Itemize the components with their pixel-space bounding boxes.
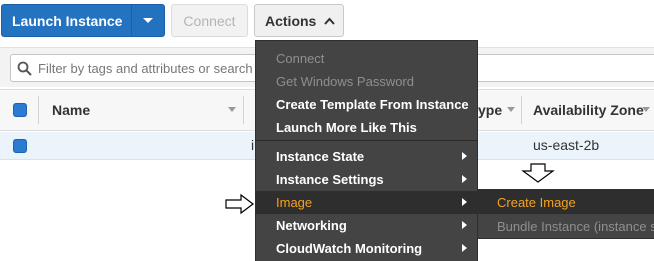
menu-item-label: CloudWatch Monitoring — [276, 241, 423, 256]
menu-item-create-template[interactable]: Create Template From Instance — [256, 93, 477, 116]
launch-instance-dropdown-toggle[interactable] — [131, 5, 164, 36]
sort-caret-icon[interactable] — [228, 107, 236, 112]
launch-instance-label: Launch Instance — [12, 12, 123, 29]
menu-item-launch-more-like-this[interactable]: Launch More Like This — [256, 116, 477, 139]
row-checkbox[interactable] — [13, 139, 27, 153]
column-divider — [243, 96, 244, 124]
column-header-availability-zone[interactable]: Availability Zone — [533, 90, 644, 130]
submenu-item-bundle-instance[interactable]: Bundle Instance (instance s — [478, 214, 654, 238]
availability-zone-cell: us-east-2b — [533, 137, 600, 153]
menu-item-networking[interactable]: Networking — [256, 214, 477, 237]
menu-item-label: Instance State — [276, 149, 365, 164]
arrow-down-outline-icon — [521, 163, 555, 183]
launch-instance-button[interactable]: Launch Instance — [1, 4, 165, 37]
image-submenu: Create Image Bundle Instance (instance s — [477, 189, 654, 239]
column-header-name[interactable]: Name — [52, 90, 90, 130]
sort-caret-icon[interactable] — [642, 107, 650, 112]
menu-item-instance-state[interactable]: Instance State — [256, 145, 477, 168]
chevron-right-icon — [462, 244, 467, 252]
column-header-instance-type[interactable]: ype — [478, 90, 502, 130]
column-divider — [38, 96, 39, 124]
actions-menu: Connect Get Windows Password Create Temp… — [255, 40, 478, 261]
menu-item-cloudwatch-monitoring[interactable]: CloudWatch Monitoring — [256, 237, 477, 260]
arrow-right-outline-icon — [225, 193, 254, 215]
submenu-item-create-image[interactable]: Create Image — [478, 190, 654, 214]
menu-item-instance-settings[interactable]: Instance Settings — [256, 168, 477, 191]
menu-separator — [256, 140, 477, 141]
column-divider — [521, 96, 522, 124]
connect-button[interactable]: Connect — [171, 4, 248, 37]
actions-button[interactable]: Actions — [254, 4, 344, 37]
sort-caret-icon[interactable] — [507, 107, 515, 112]
menu-item-connect[interactable]: Connect — [256, 47, 477, 70]
menu-item-get-windows-password[interactable]: Get Windows Password — [256, 70, 477, 93]
actions-label: Actions — [265, 12, 317, 29]
chevron-right-icon — [462, 221, 467, 229]
menu-item-label: Instance Settings — [276, 172, 384, 187]
menu-item-image[interactable]: Image — [256, 191, 477, 214]
chevron-down-icon — [143, 17, 154, 23]
menu-item-label: Image — [276, 195, 313, 210]
chevron-up-icon — [324, 17, 336, 25]
select-all-checkbox[interactable] — [13, 103, 27, 117]
menu-item-label: Networking — [276, 218, 347, 233]
chevron-right-icon — [462, 175, 467, 183]
search-icon — [17, 61, 32, 76]
chevron-right-icon — [462, 152, 467, 160]
chevron-right-icon — [462, 198, 467, 206]
instance-id-cell: i — [251, 137, 255, 153]
